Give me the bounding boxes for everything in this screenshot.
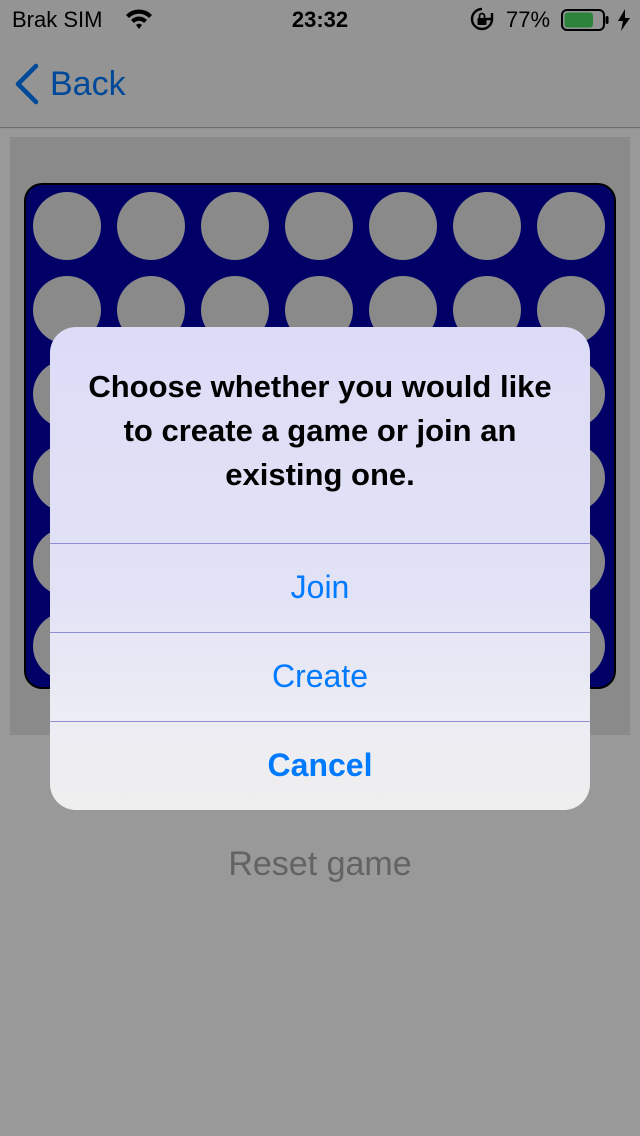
alert-dialog: Choose whether you would like to create … (50, 327, 590, 810)
cancel-button[interactable]: Cancel (50, 721, 590, 809)
create-button[interactable]: Create (50, 632, 590, 720)
alert-message: Choose whether you would like to create … (88, 369, 552, 492)
join-button[interactable]: Join (50, 543, 590, 631)
